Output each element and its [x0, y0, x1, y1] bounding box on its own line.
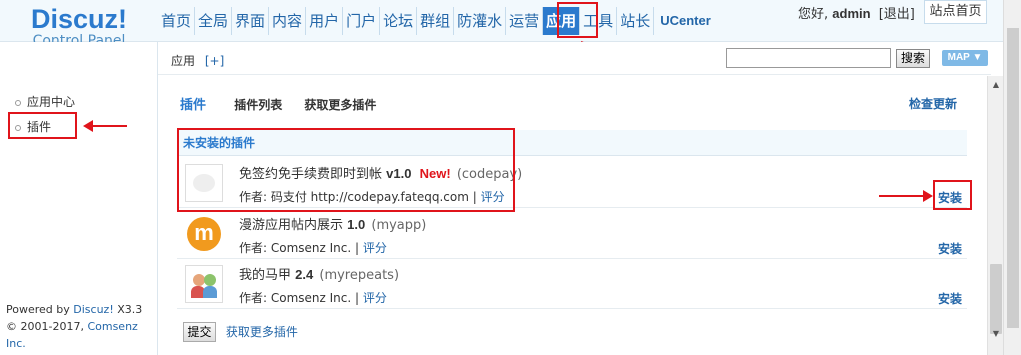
scroll-thumb[interactable]	[990, 264, 1002, 334]
rate-link[interactable]: 评分	[363, 241, 387, 255]
nav-style[interactable]: 界面	[232, 7, 270, 35]
arrow-to-install	[879, 190, 933, 202]
add-shortcut-link[interactable]: [+]	[205, 54, 224, 68]
logout-link[interactable]: [退出]	[879, 7, 915, 22]
plugin-row: 我的马甲 2.4 (myrepeats) 作者: Comsenz Inc. | …	[177, 259, 967, 309]
logo-brand: Discuz!	[30, 4, 128, 34]
highlight-uninstalled-plugin	[177, 128, 515, 212]
plugin-tabs: 插件 插件列表 获取更多插件	[180, 94, 376, 113]
more-plugins-link[interactable]: 获取更多插件	[226, 325, 298, 339]
install-button[interactable]: 安装	[938, 240, 962, 257]
sidebar-item-app-center[interactable]: 应用中心	[15, 93, 75, 110]
highlight-install-button	[933, 180, 972, 210]
sub-bar: 应用 [+] 搜索 MAP ▼	[158, 42, 991, 75]
myapp-icon: m	[185, 215, 223, 253]
plugin-version: 2.4	[295, 267, 314, 282]
footer-bar: 提交 获取更多插件	[183, 322, 298, 342]
search-button[interactable]: 搜索	[896, 49, 930, 68]
install-button[interactable]: 安装	[938, 290, 962, 307]
plugin-name: 漫游应用帖内展示 1.0 (myapp)	[239, 214, 426, 233]
arrow-down-icon: ▼	[972, 52, 983, 63]
nav-content[interactable]: 内容	[269, 7, 307, 35]
nav-portal[interactable]: 门户	[343, 7, 381, 35]
myrepeats-icon	[185, 265, 223, 303]
scroll-down-icon[interactable]: ▼	[988, 325, 1004, 343]
nav-forum[interactable]: 论坛	[380, 7, 418, 35]
map-label: MAP	[947, 52, 970, 63]
plugin-author: 作者: Comsenz Inc.	[239, 241, 352, 255]
powered-version: X3.3	[113, 303, 143, 316]
plugin-meta: 作者: Comsenz Inc. | 评分	[239, 291, 387, 305]
site-home-button[interactable]: 站点首页	[924, 0, 987, 24]
plugin-id: (myrepeats)	[319, 268, 400, 283]
rate-link[interactable]: 评分	[363, 291, 387, 305]
bullet-icon	[15, 99, 21, 106]
user-info: 您好, admin [退出]	[798, 3, 915, 22]
nav-safe[interactable]: 防灌水	[454, 7, 507, 35]
breadcrumb: 应用 [+]	[171, 52, 224, 69]
highlight-sidebar-plugins	[8, 112, 77, 139]
crumb-label: 应用	[171, 54, 196, 68]
search-input[interactable]	[726, 48, 891, 68]
outer-scrollbar[interactable]	[1003, 0, 1021, 355]
nav-group[interactable]: 群组	[417, 7, 455, 35]
plugin-version: 1.0	[347, 217, 366, 232]
check-update-link[interactable]: 检查更新	[909, 95, 957, 112]
plugin-id: (myapp)	[371, 218, 427, 233]
scroll-up-icon[interactable]: ▲	[988, 76, 1004, 94]
powered-by: Powered by Discuz! X3.3 © 2001-2017, Com…	[6, 301, 157, 352]
nav-founder[interactable]: 站长	[617, 7, 655, 35]
copyright-prefix: © 2001-2017,	[6, 320, 88, 333]
nav-extended[interactable]: 运营	[506, 7, 544, 35]
plugin-author: 作者: Comsenz Inc.	[239, 291, 352, 305]
plugin-title: 漫游应用帖内展示	[239, 218, 344, 233]
inner-scrollbar[interactable]: ▲ ▼	[987, 76, 1003, 355]
tab-plugins[interactable]: 插件	[180, 98, 206, 113]
plugin-row: m 漫游应用帖内展示 1.0 (myapp) 作者: Comsenz Inc. …	[177, 209, 967, 259]
plugin-title: 我的马甲	[239, 268, 292, 283]
username: admin	[832, 6, 871, 21]
plugin-meta: 作者: Comsenz Inc. | 评分	[239, 241, 387, 255]
nav-global[interactable]: 全局	[195, 7, 233, 35]
nav-user[interactable]: 用户	[306, 7, 344, 35]
discuz-link[interactable]: Discuz!	[73, 303, 113, 316]
nav-ucenter[interactable]: UCenter	[654, 7, 717, 35]
tab-plugin-list[interactable]: 插件列表	[234, 98, 282, 112]
arrow-to-sidebar	[83, 120, 127, 132]
powered-prefix: Powered by	[6, 303, 74, 316]
tab-more-plugins[interactable]: 获取更多插件	[304, 98, 376, 112]
map-button[interactable]: MAP ▼	[942, 50, 988, 66]
nav-home[interactable]: 首页	[158, 7, 196, 35]
sidebar-item-label: 应用中心	[27, 95, 76, 109]
main-content: 插件 插件列表 获取更多插件 检查更新 未安装的插件 免签约免手续费即时到帐 v…	[159, 76, 991, 355]
greeting: 您好,	[798, 7, 829, 22]
plugin-name: 我的马甲 2.4 (myrepeats)	[239, 264, 399, 283]
left-sidebar: 应用中心 插件 Powered by Discuz! X3.3 © 2001-2…	[0, 42, 158, 355]
highlight-nav-plugin	[557, 2, 598, 38]
submit-button[interactable]: 提交	[183, 322, 216, 342]
outer-scroll-thumb[interactable]	[1007, 28, 1019, 328]
top-nav: 首页 全局 界面 内容 用户 门户 论坛 群组 防灌水 运营 应用 工具 站长 …	[158, 7, 717, 37]
